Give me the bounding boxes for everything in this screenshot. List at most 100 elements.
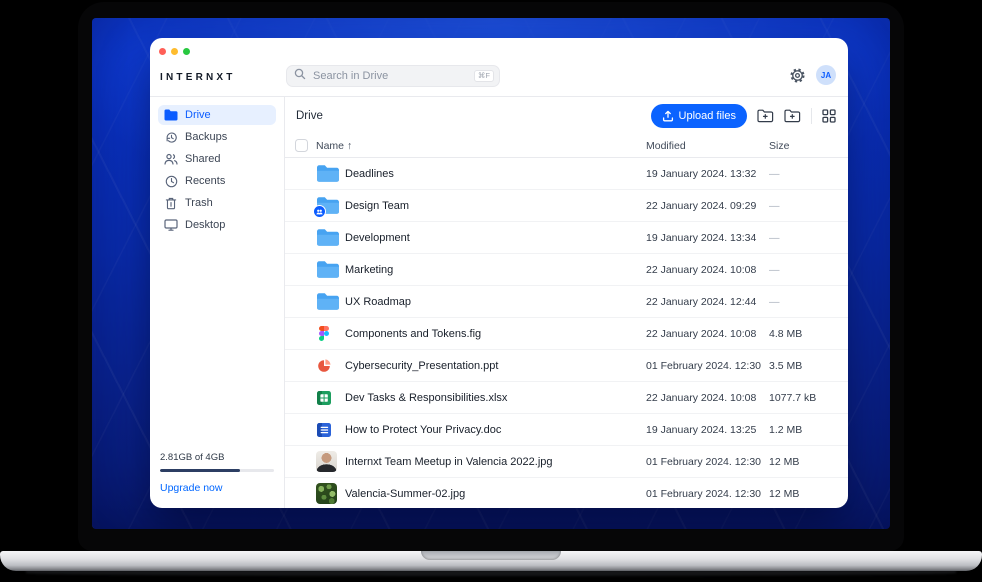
sidebar-item-label: Backups [185,131,227,143]
file-modified: 01 February 2024. 12:30 [646,360,769,372]
upgrade-link[interactable]: Upgrade now [160,482,274,494]
monitor-icon [164,219,178,231]
file-name: UX Roadmap [345,296,646,308]
file-size: — [769,168,836,180]
laptop-lid-notch [421,551,561,560]
file-size: 4.8 MB [769,328,836,340]
create-folder-icon[interactable] [784,109,801,123]
sidebar-item-trash[interactable]: Trash [158,193,276,213]
sidebar: Drive Backups Shared Recents Trash Deskt… [150,97,285,508]
sidebar-item-label: Shared [185,153,220,165]
zoom-window-button[interactable] [183,48,190,55]
select-all-checkbox[interactable] [295,139,308,152]
folder-icon [164,109,178,121]
traffic-lights [159,48,190,55]
sidebar-item-label: Trash [185,197,213,209]
toolbar-divider [811,108,812,124]
storage-progress-fill [160,469,240,472]
figma-icon [316,326,340,341]
file-size: — [769,296,836,308]
file-list: Deadlines 19 January 2024. 13:32 — Desig… [285,158,848,508]
file-modified: 01 February 2024. 12:30 [646,456,769,468]
file-size: 12 MB [769,456,836,468]
file-name: How to Protect Your Privacy.doc [345,424,646,436]
table-row[interactable]: Dev Tasks & Responsibilities.xlsx 22 Jan… [285,382,848,414]
people-icon [164,153,178,165]
titlebar-actions: JA [789,65,836,85]
minimize-window-button[interactable] [171,48,178,55]
file-name: Internxt Team Meetup in Valencia 2022.jp… [345,456,646,468]
file-name: Deadlines [345,168,646,180]
file-name: Dev Tasks & Responsibilities.xlsx [345,392,646,404]
table-row[interactable]: Valencia-Summer-02.jpg 01 February 2024.… [285,478,848,508]
file-modified: 22 January 2024. 10:08 [646,264,769,276]
file-modified: 01 February 2024. 12:30 [646,488,769,500]
table-row[interactable]: Components and Tokens.fig 22 January 202… [285,318,848,350]
folder-icon [316,164,340,183]
file-size: 12 MB [769,488,836,500]
breadcrumb[interactable]: Drive [296,110,323,122]
file-modified: 22 January 2024. 10:08 [646,328,769,340]
file-name: Components and Tokens.fig [345,328,646,340]
word-icon [316,423,340,437]
main-header: Drive Upload files [285,97,848,134]
file-modified: 19 January 2024. 13:32 [646,168,769,180]
laptop-bezel: INTERNXT ⌘F JA [78,2,904,551]
table-row[interactable]: Marketing 22 January 2024. 10:08 — [285,254,848,286]
table-row[interactable]: UX Roadmap 22 January 2024. 12:44 — [285,286,848,318]
image-leaves-icon [316,483,340,504]
column-header-name[interactable]: Name ↑ [316,140,646,152]
folder-icon [316,228,340,247]
close-window-button[interactable] [159,48,166,55]
grid-view-icon[interactable] [822,109,836,123]
sidebar-item-backups[interactable]: Backups [158,127,276,147]
file-name: Cybersecurity_Presentation.ppt [345,360,646,372]
file-size: — [769,232,836,244]
clock-icon [164,175,178,188]
sidebar-item-label: Desktop [185,219,225,231]
file-name: Development [345,232,646,244]
window-content: Drive Backups Shared Recents Trash Deskt… [150,97,848,508]
table-row[interactable]: Development 19 January 2024. 13:34 — [285,222,848,254]
column-header-size[interactable]: Size [769,140,836,152]
table-row[interactable]: Internxt Team Meetup in Valencia 2022.jp… [285,446,848,478]
powerpoint-icon [316,359,340,373]
file-modified: 22 January 2024. 09:29 [646,200,769,212]
table-row[interactable]: Deadlines 19 January 2024. 13:32 — [285,158,848,190]
search-icon [294,67,306,85]
search-shortcut-badge: ⌘F [474,70,494,82]
upload-files-label: Upload files [679,110,736,122]
upload-icon [662,110,674,122]
upload-files-button[interactable]: Upload files [651,104,747,128]
desktop-background: INTERNXT ⌘F JA [0,0,982,582]
main-panel: Drive Upload files [285,97,848,508]
column-header-modified[interactable]: Modified [646,140,769,152]
table-row[interactable]: How to Protect Your Privacy.doc 19 Janua… [285,414,848,446]
file-name: Marketing [345,264,646,276]
file-name: Design Team [345,200,646,212]
avatar[interactable]: JA [816,65,836,85]
file-modified: 22 January 2024. 10:08 [646,392,769,404]
folder-shared-icon [316,196,340,215]
file-modified: 19 January 2024. 13:25 [646,424,769,436]
file-modified: 22 January 2024. 12:44 [646,296,769,308]
file-size: 1.2 MB [769,424,836,436]
gear-icon[interactable] [789,67,806,84]
search-bar[interactable]: ⌘F [286,65,500,87]
search-input[interactable] [311,69,469,83]
desktop-wallpaper: INTERNXT ⌘F JA [92,18,890,529]
sidebar-item-shared[interactable]: Shared [158,149,276,169]
table-row[interactable]: Cybersecurity_Presentation.ppt 01 Februa… [285,350,848,382]
table-row[interactable]: Design Team 22 January 2024. 09:29 — [285,190,848,222]
sidebar-item-desktop[interactable]: Desktop [158,215,276,235]
sidebar-item-recents[interactable]: Recents [158,171,276,191]
file-size: — [769,200,836,212]
laptop-base [0,551,982,571]
sidebar-item-label: Recents [185,175,225,187]
sort-arrow-icon: ↑ [347,140,352,152]
upload-folder-icon[interactable] [757,109,774,123]
app-window: INTERNXT ⌘F JA [150,38,848,508]
storage-usage-label: 2.81GB of 4GB [160,452,274,463]
file-size: — [769,264,836,276]
sidebar-item-drive[interactable]: Drive [158,105,276,125]
